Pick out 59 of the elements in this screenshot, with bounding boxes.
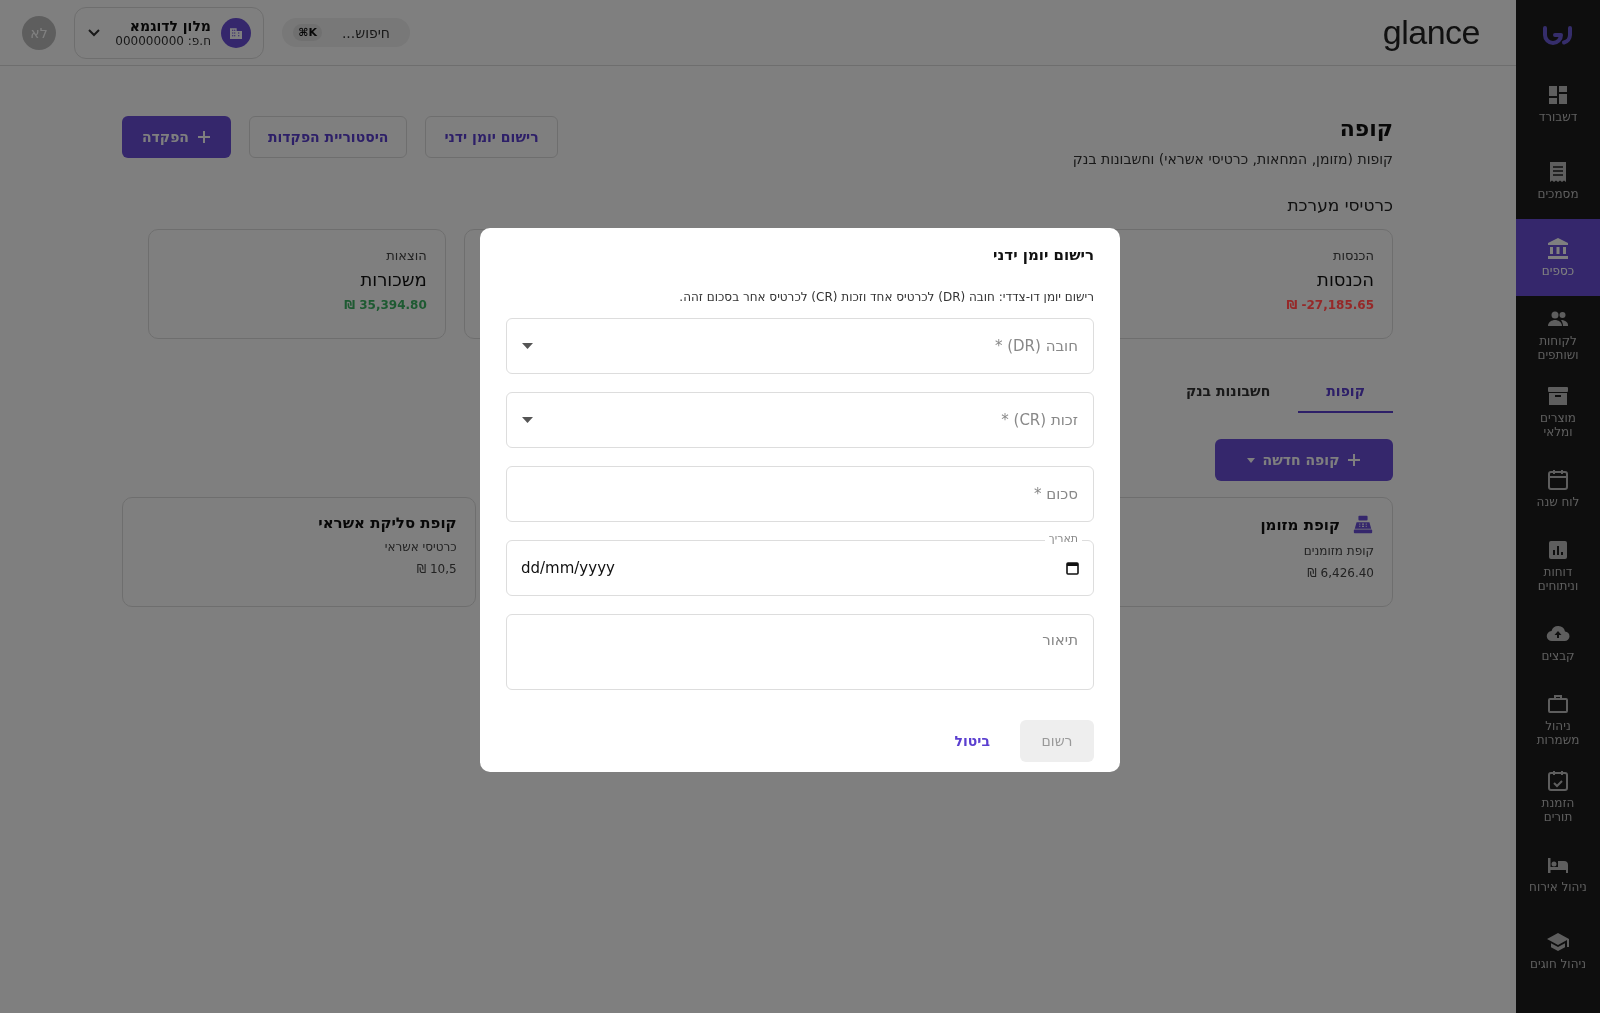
- register-amount: ₪ 6,426.40: [1307, 566, 1374, 580]
- logo: glance: [1382, 13, 1480, 52]
- tab[interactable]: חשבונות בנק: [1157, 373, 1299, 413]
- caret-icon: [522, 417, 533, 423]
- business-id: ח.פ: 000000000: [114, 33, 211, 48]
- new-register-button[interactable]: קופה חדשה: [1215, 439, 1393, 481]
- sidebar-item[interactable]: ניהול אירוח: [1516, 835, 1600, 912]
- calendar-icon: [1546, 467, 1570, 492]
- select-field[interactable]: זכות (CR) *: [506, 392, 1094, 448]
- tab[interactable]: קופות: [1298, 373, 1393, 413]
- page-subtitle: קופות (מזומן, המחאות, כרטיסי אשראי) וחשבונות בנק: [1072, 151, 1393, 167]
- dialog-description: רישום יומן דו-צדדי: חובה (DR) לכרטיס אחד וזכות (CR) לכרטיס אחר בסכום זהה.: [678, 290, 1094, 304]
- amount-field[interactable]: סכום *: [506, 466, 1094, 522]
- sidebar-item[interactable]: דשבורד: [1516, 65, 1600, 142]
- select-field[interactable]: חובה (DR) *: [506, 318, 1094, 374]
- calendar-check-icon: [1546, 768, 1570, 793]
- card-name: הכנסות: [1316, 269, 1374, 290]
- dialog-title: רישום יומן ידני: [992, 246, 1094, 264]
- sidebar-item[interactable]: ניהול חוגים: [1516, 912, 1600, 989]
- card-type: הכנסות: [1331, 248, 1374, 263]
- sidebar-item[interactable]: כספים: [1516, 219, 1600, 296]
- register-name: קופת סליקת אשראי: [318, 514, 457, 532]
- action-button[interactable]: רישום יומן ידני: [425, 116, 558, 158]
- register-subtitle: כרטיסי אשראי: [383, 540, 457, 554]
- register-name: קופת מזומן: [1260, 516, 1340, 534]
- card-amount: ₪ 35,394.80: [344, 298, 427, 312]
- logo-icon: [1542, 25, 1574, 45]
- sidebar-item[interactable]: לקוחות ושותפים: [1516, 296, 1600, 373]
- business-name: מלון לדוגמא: [128, 17, 211, 34]
- chevron-down-icon: [87, 27, 101, 38]
- search-input[interactable]: חיפוש...: [330, 24, 390, 41]
- action-button[interactable]: היסטוריית הפקדות: [249, 116, 408, 158]
- sidebar-item[interactable]: מוצרים ומלאי: [1516, 373, 1600, 450]
- shortcut-badge: ⌘K: [293, 24, 322, 41]
- sidebar-item[interactable]: מסמכים: [1516, 142, 1600, 219]
- description-field[interactable]: תיאור: [506, 614, 1094, 690]
- sidebar-item[interactable]: קבצים: [1516, 604, 1600, 681]
- card-amount: ₪ -27,185.65: [1286, 298, 1374, 312]
- register-subtitle: קופת מזומנים: [1302, 544, 1374, 558]
- caret-icon: [522, 343, 533, 349]
- building-icon: [221, 17, 251, 48]
- calendar-icon: [1066, 561, 1079, 575]
- card-name: משכורות: [359, 269, 427, 290]
- cash-register-icon: [1352, 514, 1374, 536]
- section-heading: כרטיסי מערכת: [1286, 195, 1393, 215]
- sidebar-item[interactable]: ניהול משמרות: [1516, 681, 1600, 758]
- page-title: קופה: [1338, 116, 1393, 141]
- caret-icon: [1246, 457, 1255, 463]
- card-type: הוצאות: [385, 248, 427, 263]
- plus-icon: [197, 130, 211, 144]
- bank-icon: [1546, 236, 1570, 261]
- sidebar-item[interactable]: הזמנת תורים: [1516, 758, 1600, 835]
- register-amount: ₪ 10,5: [416, 562, 457, 576]
- sidebar-item[interactable]: דוחות וניתוחים: [1516, 527, 1600, 604]
- business-selector[interactable]: מלון לדוגמא ח.פ: 000000000: [74, 6, 264, 59]
- cancel-button[interactable]: ביטול: [948, 732, 996, 750]
- deposit-button[interactable]: הפקדה: [122, 116, 231, 158]
- sidebar-item[interactable]: לוח שנה: [1516, 450, 1600, 527]
- plus-icon: [1347, 453, 1362, 467]
